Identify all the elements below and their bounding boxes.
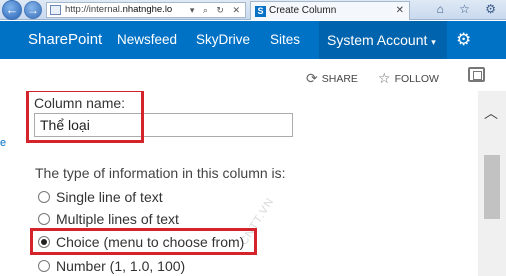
nav-newsfeed[interactable]: Newsfeed [117,32,177,47]
address-bar[interactable]: http://internal.nhatnghe.lo ▾ ⌕ ↻ ✕ [46,2,246,18]
type-question: The type of information in this column i… [35,165,286,181]
back-button[interactable]: ← [2,0,22,20]
highlight-box-column-name [26,91,144,143]
watermark: CNTT.VN [238,195,277,248]
main-content: e Column name: Thể loại The type of info… [0,91,478,276]
nav-sites[interactable]: Sites [270,32,300,47]
forward-button[interactable]: → [24,1,42,19]
chevron-up-icon[interactable]: ︿ [484,103,498,123]
nav-skydrive[interactable]: SkyDrive [196,32,250,47]
follow-label: FOLLOW [394,73,439,85]
share-button[interactable]: ⟳ SHARE [306,69,358,86]
suite-bar: SharePoint Newsfeed SkyDrive Sites Syste… [0,21,506,59]
radio-button[interactable] [38,191,50,203]
scroll-thumb[interactable] [484,155,500,219]
option-number[interactable]: Number (1, 1.0, 100) [38,258,185,274]
gear-icon[interactable]: ⚙ [456,30,471,50]
address-tools-icons[interactable]: ▾ ⌕ ↻ ✕ [190,3,243,17]
option-label: Multiple lines of text [56,211,179,227]
page-icon [50,5,61,15]
chevron-down-icon: ▾ [431,37,436,47]
option-label: Number (1, 1.0, 100) [56,258,186,274]
option-multiple-lines[interactable]: Multiple lines of text [38,211,179,227]
browser-home-favorites-settings-icons[interactable]: ⌂ ☆ ⚙ [437,2,502,16]
share-label: SHARE [321,73,358,85]
star-icon: ☆ [378,70,391,86]
radio-button[interactable] [38,260,50,272]
ribbon: ⟳ SHARE ☆ FOLLOW [0,59,506,91]
radio-button[interactable] [38,213,50,225]
left-nav-fragment[interactable]: e [0,137,6,149]
tab-create-column[interactable]: S Create Column ✕ [250,1,410,20]
follow-button[interactable]: ☆ FOLLOW [378,69,439,86]
browser-toolbar: ← → http://internal.nhatnghe.lo ▾ ⌕ ↻ ✕ … [0,0,506,20]
sharepoint-icon: S [255,6,266,17]
share-icon: ⟳ [306,70,318,86]
option-label: Single line of text [56,189,163,205]
address-domain: nhatnghe.lo [122,4,173,15]
highlight-box-choice [30,228,257,255]
address-prefix: http://internal. [65,4,123,15]
brand-sharepoint[interactable]: SharePoint [28,31,102,48]
scrollbar[interactable]: ︿ [478,91,506,276]
account-name: System Account [327,32,428,48]
tab-title: Create Column [269,5,337,16]
tab-close-icon[interactable]: ✕ [396,2,404,20]
option-single-line[interactable]: Single line of text [38,189,163,205]
focus-on-content-icon[interactable] [468,67,485,82]
account-menu[interactable]: System Account ▾ [319,21,447,59]
